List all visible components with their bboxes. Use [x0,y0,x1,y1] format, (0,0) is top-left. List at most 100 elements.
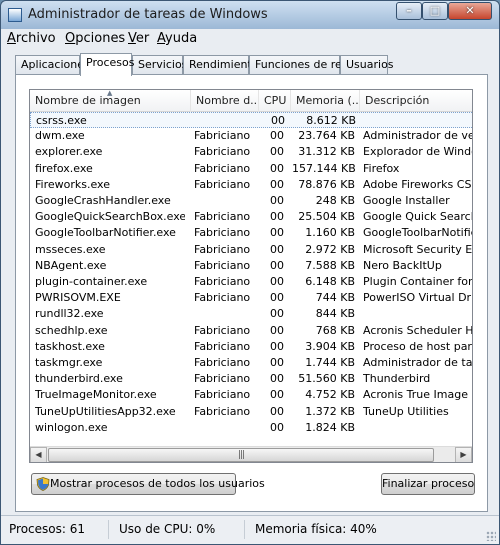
tab-procesos[interactable]: Procesos [80,53,134,76]
menu-ayuda[interactable]: Ayuda [157,31,197,46]
table-row[interactable]: PWRISOVM.EXE Fabriciano 00 744 KB PowerISO V… [30,290,472,306]
table-row[interactable]: TrueImageMonitor.exe Fabriciano 00 4.752 KB… [30,387,472,403]
cell-description: Explorador de Windows [363,145,472,159]
table-row[interactable]: GoogleToolbarNotifier.exe Fabriciano 00 1.1… [30,225,473,241]
maximize-button[interactable]: □ [422,2,448,20]
table-row[interactable]: firefox.exe Fabriciano 00 157.144 KB Firefox [30,161,472,177]
menu-ver[interactable]: Ver [128,31,149,46]
cell-description: Thunderbird [363,372,431,386]
scroll-right-arrow-icon[interactable]: ▶ [455,447,472,462]
cell-cpu: 00 [270,145,284,159]
cell-user-name: Fabriciano [194,291,251,305]
table-row[interactable]: rundll32.exe 00 844 KB [30,306,472,322]
cell-image-name: msseces.exe [35,242,106,256]
tab-aplicaciones[interactable]: Aplicaciones [15,55,90,75]
column-description[interactable]: Descripción [360,90,472,112]
cell-memory: 744 KB [315,291,355,305]
show-all-users-button[interactable]: Mostrar procesos de todos los usuarios [31,473,265,495]
cell-memory: 4.752 KB [305,388,355,402]
table-row[interactable]: taskmgr.exe Fabriciano 00 1.744 KB Administr… [30,355,473,371]
table-row[interactable]: taskhost.exe Fabriciano 00 3.904 KB Proceso … [30,339,472,355]
column-cpu[interactable]: CPU [259,90,291,112]
cell-description: PowerISO Virtual Drive [363,291,472,305]
cell-image-name: dwm.exe [35,129,85,143]
cell-user-name: Fabriciano [194,404,251,418]
cell-user-name: Fabriciano [194,372,251,386]
cell-user-name [194,193,259,209]
cell-user-name: Fabriciano [194,258,251,272]
cell-cpu: 00 [270,307,284,321]
cell-image-name: taskmgr.exe [35,356,103,369]
process-list[interactable]: ▲ Nombre de imagen Nombre d... CPU Memor… [29,89,473,463]
end-process-button[interactable]: Finalizar proceso [381,473,475,495]
table-row[interactable]: NBAgent.exe Fabriciano 00 7.588 KB Nero Back… [30,258,472,274]
table-row[interactable]: plugin-container.exe Fabriciano 00 6.148 KB… [30,274,472,290]
table-row[interactable]: csrss.exe 00 8.612 KB [30,112,472,129]
table-row[interactable]: Fireworks.exe Fabriciano 00 78.876 KB Adobe … [30,177,473,193]
cell-image-name: Fireworks.exe [35,177,110,191]
cell-memory: 1.160 KB [305,226,355,240]
title-bar[interactable]: Administrador de tareas de Windows – □ ✕ [1,1,499,29]
cell-user-name [195,113,260,129]
cell-user-name: Fabriciano [194,323,251,337]
cell-description [363,420,472,436]
column-image-name[interactable]: ▲ Nombre de imagen [30,90,191,112]
table-row[interactable]: thunderbird.exe Fabriciano 00 51.560 KB Thun… [30,371,472,387]
table-row[interactable]: dwm.exe Fabriciano 00 23.764 KB Administrado… [30,128,472,144]
cell-description: Adobe Fireworks CS3 [363,177,473,191]
cell-memory: 7.588 KB [305,258,355,272]
cell-memory: 1.372 KB [305,404,355,418]
table-row[interactable]: winlogon.exe 00 1.824 KB [30,420,472,436]
cell-description: Google Installer [363,194,450,207]
table-row[interactable]: GoogleQuickSearchBox.exe Fabriciano 00 25.5… [30,209,472,225]
table-row[interactable]: GoogleCrashHandler.exe 00 248 KB Google Ins… [30,193,472,209]
cell-image-name: taskhost.exe [35,339,105,353]
cell-description: Administrador de ventanas [363,129,472,143]
tab-usuarios[interactable]: Usuarios [340,55,394,75]
cell-user-name: Fabriciano [194,129,251,143]
status-physical-memory: Memoria física: 40% [255,522,377,536]
cell-description: GoogleToolbarNotifier [363,226,473,240]
tab-rendimiento[interactable]: Rendimiento [183,55,258,75]
resize-grip-icon[interactable] [486,531,496,541]
cell-cpu: 00 [270,275,284,288]
scroll-left-arrow-icon[interactable]: ◀ [30,447,47,462]
cell-image-name: PWRISOVM.EXE [35,291,121,305]
tab-servicios[interactable]: Servicios [132,55,187,75]
task-manager-window: Administrador de tareas de Windows – □ ✕… [0,0,500,545]
scroll-thumb[interactable]: ||| [48,448,434,462]
table-row[interactable]: schedhlp.exe Fabriciano 00 768 KB Acronis Sc… [30,323,472,339]
cell-memory: 23.764 KB [298,129,355,143]
cell-description: Proceso de host para tareas [363,339,472,353]
horizontal-scrollbar[interactable]: ◀ ||| ▶ [30,446,472,462]
cell-memory: 78.876 KB [298,177,355,191]
close-button[interactable]: ✕ [448,2,492,20]
menu-opciones[interactable]: Opciones [65,31,125,46]
table-row[interactable]: explorer.exe Fabriciano 00 31.312 KB Explora… [30,144,472,160]
cell-description: Administrador de tareas [363,356,473,369]
cell-user-name: Fabriciano [194,388,251,402]
column-user-name[interactable]: Nombre d... [191,90,259,112]
cell-cpu: 00 [270,194,284,207]
table-row[interactable]: msseces.exe Fabriciano 00 2.972 KB Microsoft… [30,242,472,258]
cell-memory: 768 KB [315,323,355,337]
cell-cpu: 00 [271,114,285,127]
tab-funciones-de-red[interactable]: Funciones de red [249,55,349,75]
table-row[interactable]: TuneUpUtilitiesApp32.exe Fabriciano 00 1.37… [30,404,472,420]
cell-cpu: 00 [270,420,284,434]
column-memory[interactable]: Memoria (... [291,90,360,112]
cell-user-name: Fabriciano [194,242,251,256]
sort-ascending-icon: ▲ [107,90,113,97]
cell-cpu: 00 [270,339,284,353]
status-bar: Procesos: 61 Uso de CPU: 0% Memoria físi… [1,515,499,544]
cell-image-name: firefox.exe [35,161,93,175]
cell-memory: 25.504 KB [298,210,355,224]
cell-user-name: Fabriciano [194,356,251,369]
cell-memory: 1.744 KB [305,356,355,369]
menu-archivo[interactable]: Archivo [7,31,56,46]
cell-memory: 1.824 KB [305,420,355,434]
cell-image-name: TuneUpUtilitiesApp32.exe [35,404,176,418]
minimize-button[interactable]: – [396,2,422,20]
cell-user-name [194,420,259,436]
cell-user-name: Fabriciano [194,339,251,353]
